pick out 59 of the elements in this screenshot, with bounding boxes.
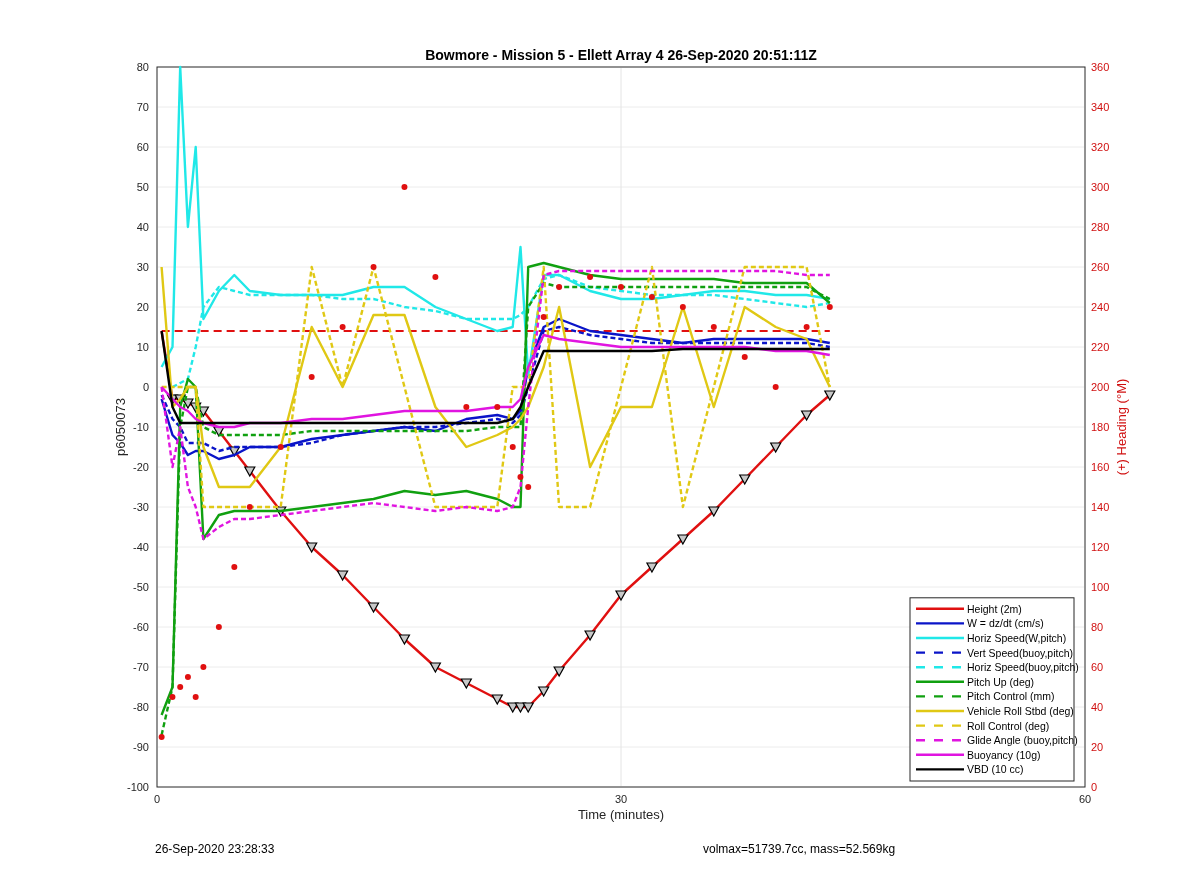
- y2-axis-label: (+) Heading (°M): [1114, 378, 1129, 476]
- y2-tick-label: 260: [1091, 261, 1110, 273]
- y2-tick-label: 180: [1091, 421, 1110, 433]
- y2-tick-label: 300: [1091, 181, 1110, 193]
- y-tick-label: 70: [136, 101, 149, 113]
- legend-label: Pitch Control (mm): [967, 690, 1055, 703]
- legend-label: Vehicle Roll Stbd (deg): [967, 705, 1074, 717]
- y-tick-label: 20: [136, 301, 149, 313]
- y2-tick-label: 240: [1091, 301, 1110, 313]
- x-tick-label: 60: [1078, 793, 1092, 805]
- y-tick-label: 0: [142, 381, 149, 393]
- y2-tick-label: 320: [1091, 141, 1110, 153]
- y-tick-label: 10: [136, 341, 149, 353]
- legend-label: Glide Angle (buoy,pitch): [967, 734, 1078, 747]
- y-tick-label: 30: [136, 261, 149, 273]
- legend-label: VBD (10 cc): [967, 763, 1024, 776]
- y2-tick-label: 280: [1091, 221, 1110, 233]
- y2-tick-label: 20: [1091, 741, 1104, 753]
- y2-tick-label: 220: [1091, 341, 1110, 353]
- y-tick-label: 60: [136, 141, 149, 153]
- legend-label: W = dz/dt (cm/s): [967, 617, 1044, 630]
- y-tick-label: -90: [133, 741, 149, 753]
- y-tick-label: -30: [133, 501, 149, 513]
- y-tick-label: -80: [133, 701, 149, 713]
- legend-label: Pitch Up (deg): [967, 675, 1035, 688]
- y2-tick-label: 160: [1091, 461, 1110, 473]
- legend-label: Horiz Speed(W,pitch): [967, 632, 1067, 644]
- y2-tick-label: 80: [1091, 621, 1104, 633]
- x-axis-label: Time (minutes): [577, 807, 665, 822]
- y2-tick-label: 340: [1091, 101, 1110, 113]
- chart-title: Bowmore - Mission 5 - Ellett Array 4 26-Sep-2020 20:51:11Z: [425, 47, 817, 63]
- y-tick-label: -40: [133, 541, 149, 553]
- y-tick-label: -60: [133, 621, 149, 633]
- legend-label: Vert Speed(buoy,pitch): [967, 646, 1074, 659]
- y2-tick-label: 120: [1091, 541, 1110, 553]
- legend-label: Buoyancy (10g): [967, 748, 1041, 761]
- y2-tick-label: 140: [1091, 501, 1110, 513]
- y-tick-label: 80: [136, 61, 149, 73]
- x-tick-label: 30: [614, 793, 628, 805]
- legend-label: Roll Control (deg): [967, 719, 1050, 732]
- y-tick-label: -100: [126, 781, 149, 793]
- y-tick-label: -10: [133, 421, 149, 433]
- y2-tick-label: 360: [1091, 61, 1110, 73]
- legend-label: Height (2m): [967, 602, 1022, 615]
- y-axis-label: p6050073: [113, 398, 128, 456]
- y2-tick-label: 100: [1091, 581, 1110, 593]
- summary-text: volmax=51739.7cc, mass=52.569kg: [703, 841, 896, 858]
- y-tick-label: -50: [133, 581, 149, 593]
- y-tick-label: 50: [136, 181, 149, 193]
- y2-tick-label: 40: [1091, 701, 1104, 713]
- y2-tick-label: 60: [1091, 661, 1104, 673]
- legend-label: Horiz Speed(buoy,pitch): [967, 661, 1079, 674]
- y2-tick-label: 0: [1091, 781, 1098, 793]
- y-tick-label: -70: [133, 661, 149, 673]
- x-tick-label: 0: [153, 793, 161, 805]
- timestamp-text: 26-Sep-2020 23:28:33: [155, 841, 276, 858]
- y-tick-label: 40: [136, 221, 149, 233]
- y2-tick-label: 200: [1091, 381, 1110, 393]
- y-tick-label: -20: [133, 461, 149, 473]
